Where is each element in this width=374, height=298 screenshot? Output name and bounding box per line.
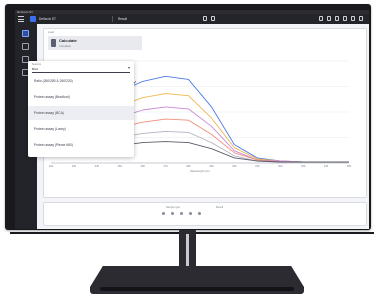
x-tick-label: 310 [255,164,260,168]
dropdown-option-selected[interactable]: Protein assay (BCA) [28,106,134,120]
x-tick-label: 220 [49,164,54,168]
check-icon: ✓ [133,80,138,86]
menu-icon[interactable] [18,16,24,22]
dropdown-option[interactable]: Protein assay (Lowry) [28,122,134,136]
x-tick-label: 340 [324,164,329,168]
x-tick-label: 290 [209,164,214,168]
pager-dot[interactable] [198,212,201,215]
dropdown-option[interactable]: Protein assay (Pierce 660) [28,138,134,152]
dropdown-underline [32,72,130,73]
chevron-down-icon[interactable]: ▾ [128,66,130,70]
method-dropdown[interactable]: Selector BCA ▾ Ratio (260/280 & 260/230)… [28,61,134,157]
sync-icon[interactable] [211,16,215,21]
lock-icon[interactable] [335,16,339,21]
x-tick-label: 280 [186,164,191,168]
result-label: Result [216,206,224,209]
calculator-icon [51,39,56,47]
dropdown-value[interactable]: BCA [32,67,38,71]
center-toolbar [203,16,215,22]
bell-icon[interactable] [351,16,355,21]
grid-icon[interactable] [22,43,29,50]
x-tick-label: 270 [163,164,168,168]
x-tick-label: 230 [72,164,77,168]
header-divider [112,16,113,22]
calculate-subtitle: Complete [59,43,71,48]
logo-icon [30,16,36,22]
help-icon[interactable] [359,16,363,21]
stand-base-shadow [100,287,294,291]
file-name[interactable]: DeNovix ST [39,16,56,22]
search-icon[interactable] [327,16,331,21]
x-tick-label: 320 [278,164,283,168]
settings-icon[interactable] [319,16,323,21]
pager-dot[interactable] [189,212,192,215]
x-tick-label: 300 [232,164,237,168]
monitor-frame: DeNovix ST DeNovix ST Result Load Calcul… [5,4,374,234]
pager-dot[interactable] [162,212,165,215]
pager-dots [162,212,201,215]
sample-type-label: Sample type [166,206,180,209]
result-button[interactable]: Result [118,16,127,22]
footer-panel: Sample type Result [43,202,367,226]
app-screen: DeNovix ST DeNovix ST Result Load Calcul… [15,10,369,229]
edit-icon[interactable] [343,16,347,21]
dropdown-label: Selector [32,63,42,66]
x-tick-label: 250 [118,164,123,168]
dashboard-icon[interactable] [22,30,29,37]
play-icon[interactable] [203,16,207,21]
x-tick-label: 260 [141,164,146,168]
app-header: DeNovix ST Result [15,14,369,24]
x-tick-label: 240 [95,164,100,168]
calculate-panel[interactable]: Calculate Complete [48,36,142,50]
right-toolbar [319,16,363,21]
x-tick-label: 350 [347,164,352,168]
dropdown-option[interactable]: Protein assay (Bradford) [28,90,134,104]
calculate-title: Calculate [59,38,77,43]
dropdown-option[interactable]: Ratio (260/280 & 260/230) [28,74,134,88]
x-axis-label: Wavelength (nm) [190,169,210,173]
x-tick-label: 330 [301,164,306,168]
pager-dot[interactable] [180,212,183,215]
card-label: Load [48,31,54,34]
pager-dot[interactable] [171,212,174,215]
